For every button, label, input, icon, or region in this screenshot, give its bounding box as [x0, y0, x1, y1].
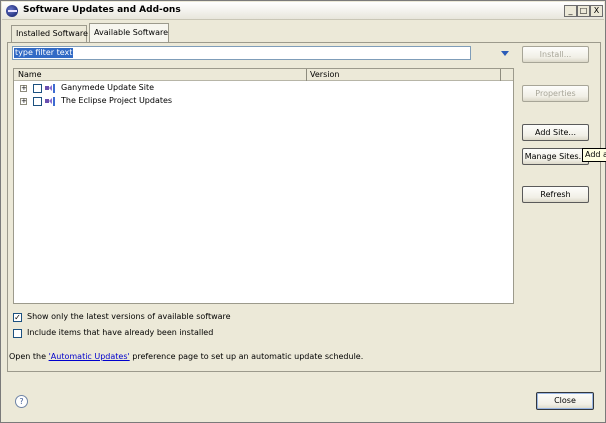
install-button[interactable]: Install...: [522, 46, 589, 63]
automatic-updates-info: Open the 'Automatic Updates' preference …: [9, 352, 363, 361]
dialog-window: Software Updates and Add-ons _ □ X Insta…: [0, 0, 606, 423]
tab-installed-software[interactable]: Installed Software: [11, 25, 88, 43]
properties-button[interactable]: Properties: [522, 85, 589, 102]
tree-header: Name Version: [14, 69, 513, 81]
column-divider[interactable]: [500, 69, 501, 81]
title-bar: Software Updates and Add-ons _ □ X: [2, 2, 604, 20]
minimize-button[interactable]: _: [564, 5, 577, 17]
column-header-name[interactable]: Name: [18, 70, 42, 79]
help-icon[interactable]: ?: [15, 395, 28, 408]
manage-sites-button[interactable]: Manage Sites...: [522, 148, 589, 165]
software-tree[interactable]: Name Version + Ganymede Update Site + Th…: [13, 68, 514, 304]
tooltip: Add a: [582, 148, 606, 162]
tab-available-software[interactable]: Available Software: [89, 23, 169, 43]
close-button[interactable]: Close: [536, 392, 594, 410]
expand-icon[interactable]: +: [20, 98, 27, 105]
update-site-icon: [45, 84, 55, 93]
eclipse-icon: [6, 5, 18, 17]
column-divider[interactable]: [306, 69, 307, 81]
tree-row-ganymede[interactable]: + Ganymede Update Site: [18, 83, 498, 95]
maximize-button[interactable]: □: [577, 5, 590, 17]
include-installed-checkbox[interactable]: [13, 329, 22, 338]
filter-input-text: type filter text: [14, 48, 74, 58]
update-site-icon: [45, 97, 55, 106]
column-header-version[interactable]: Version: [310, 70, 339, 79]
window-title: Software Updates and Add-ons: [23, 5, 181, 15]
include-installed-label: Include items that have already been ins…: [27, 328, 214, 337]
show-latest-label: Show only the latest versions of availab…: [27, 312, 231, 321]
tree-row-label: Ganymede Update Site: [61, 83, 155, 92]
automatic-updates-link[interactable]: 'Automatic Updates': [49, 352, 130, 361]
filter-input[interactable]: type filter text: [12, 46, 471, 60]
site-checkbox[interactable]: [33, 97, 42, 106]
filter-menu-arrow-icon[interactable]: [501, 51, 509, 56]
refresh-button[interactable]: Refresh: [522, 186, 589, 203]
tree-row-label: The Eclipse Project Updates: [61, 96, 173, 105]
show-latest-checkbox[interactable]: ✓: [13, 313, 22, 322]
expand-icon[interactable]: +: [20, 85, 27, 92]
tree-row-eclipse-project-updates[interactable]: + The Eclipse Project Updates: [18, 96, 498, 108]
info-suffix: preference page to set up an automatic u…: [129, 352, 364, 361]
close-window-button[interactable]: X: [590, 5, 603, 17]
info-prefix: Open the: [9, 352, 49, 361]
site-checkbox[interactable]: [33, 84, 42, 93]
add-site-button[interactable]: Add Site...: [522, 124, 589, 141]
